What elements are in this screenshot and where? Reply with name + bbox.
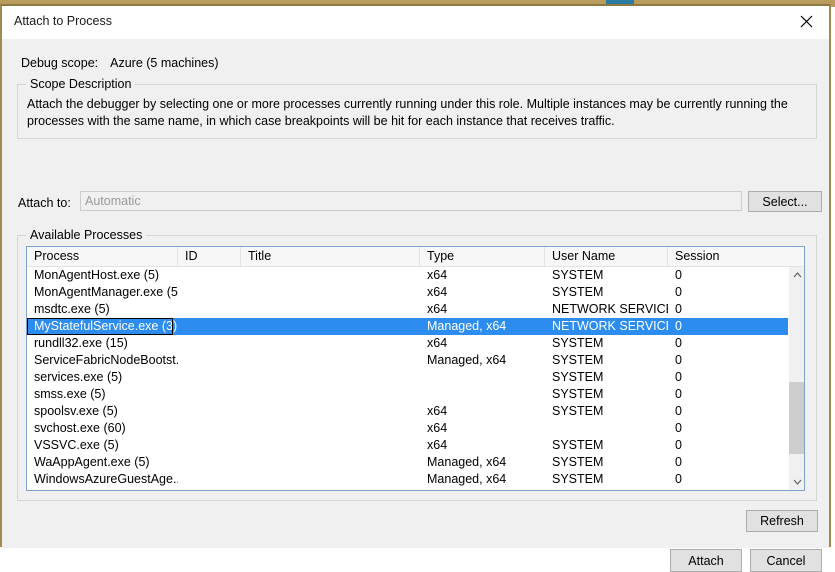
cell-type: Managed, x64	[427, 472, 507, 486]
cell-session: 0	[675, 421, 682, 435]
cell-process: ServiceFabricNodeBootst...	[34, 353, 178, 367]
cell-type: x64	[427, 336, 448, 350]
table-row[interactable]: MonAgentHost.exe (5) x64 SYSTEM 0	[27, 267, 804, 284]
cell-process: msdtc.exe (5)	[34, 302, 110, 316]
cell-type: Managed, x64	[427, 455, 507, 469]
cell-process: MonAgentHost.exe (5)	[34, 268, 160, 282]
cell-user-name: SYSTEM	[552, 404, 604, 418]
attach-button[interactable]: Attach	[670, 549, 742, 572]
cell-process: WindowsAzureGuestAge...	[34, 472, 178, 486]
cell-user-name: SYSTEM	[552, 285, 604, 299]
cell-process: svchost.exe (60)	[34, 421, 126, 435]
debug-scope-value: Azure (5 machines)	[110, 56, 219, 70]
attach-to-label: Attach to:	[18, 196, 71, 210]
available-processes-legend: Available Processes	[26, 228, 147, 242]
process-list[interactable]: Process ID Title Type User Name Session …	[26, 246, 805, 491]
cell-process: rundll32.exe (15)	[34, 336, 128, 350]
table-row[interactable]: MyStatefulService.exe (3) Managed, x64 NET…	[27, 318, 804, 335]
cancel-button[interactable]: Cancel	[750, 549, 822, 572]
cell-session: 0	[675, 319, 682, 333]
column-header-user-name[interactable]: User Name	[545, 247, 668, 266]
cell-session: 0	[675, 387, 682, 401]
selection-focus-rectangle	[27, 318, 173, 335]
cell-user-name: SYSTEM	[552, 268, 604, 282]
available-processes-group: Available Processes Process ID Title Typ…	[17, 228, 817, 501]
debug-scope-label: Debug scope:	[21, 56, 99, 70]
cell-type: x64	[427, 404, 448, 418]
cell-process: services.exe (5)	[34, 370, 123, 384]
column-header-process[interactable]: Process	[27, 247, 178, 266]
debug-scope-row: Debug scope: Azure (5 machines)	[21, 56, 219, 70]
table-row[interactable]: svchost.exe (60) x64 0	[27, 420, 804, 437]
scope-description-group: Scope Description Attach the debugger by…	[17, 77, 817, 139]
table-row[interactable]: services.exe (5) SYSTEM 0	[27, 369, 804, 386]
scope-description-text: Attach the debugger by selecting one or …	[27, 97, 788, 128]
scrollbar-thumb[interactable]	[789, 382, 804, 454]
cell-process: smss.exe (5)	[34, 387, 106, 401]
cell-process: spoolsv.exe (5)	[34, 404, 118, 418]
cell-session: 0	[675, 455, 682, 469]
cell-type: x64	[427, 285, 448, 299]
scope-description-legend: Scope Description	[26, 77, 136, 91]
cell-session: 0	[675, 404, 682, 418]
close-icon[interactable]	[784, 6, 829, 37]
screen: Attach to Process Debug scope: Azure (5 m…	[0, 0, 835, 572]
cell-process: VSSVC.exe (5)	[34, 438, 119, 452]
table-row[interactable]: WindowsAzureGuestAge... Managed, x64 SYSTE…	[27, 471, 804, 488]
cell-session: 0	[675, 353, 682, 367]
table-row[interactable]: VSSVC.exe (5) x64 SYSTEM 0	[27, 437, 804, 454]
cell-user-name: SYSTEM	[552, 387, 604, 401]
cell-user-name: SYSTEM	[552, 353, 604, 367]
title-bar: Attach to Process	[2, 6, 829, 39]
cell-type: x64	[427, 268, 448, 282]
cell-user-name: SYSTEM	[552, 438, 604, 452]
table-row[interactable]: smss.exe (5) SYSTEM 0	[27, 386, 804, 403]
table-row[interactable]: MonAgentManager.exe (5) x64 SYSTEM 0	[27, 284, 804, 301]
cell-user-name: NETWORK SERVICE	[552, 319, 668, 333]
process-list-body: MonAgentHost.exe (5) x64 SYSTEM 0 MonAgentMa…	[27, 267, 804, 490]
cell-session: 0	[675, 438, 682, 452]
refresh-button[interactable]: Refresh	[746, 510, 818, 532]
cell-type: x64	[427, 302, 448, 316]
cell-type: Managed, x64	[427, 353, 507, 367]
cell-user-name: NETWORK SERVICE	[552, 302, 668, 316]
cell-session: 0	[675, 336, 682, 350]
table-row[interactable]: WaAppAgent.exe (5) Managed, x64 SYSTEM 0	[27, 454, 804, 471]
process-list-scrollbar[interactable]	[788, 267, 804, 490]
cell-session: 0	[675, 268, 682, 282]
attach-to-process-dialog: Attach to Process Debug scope: Azure (5 m…	[0, 4, 831, 572]
cell-user-name: SYSTEM	[552, 455, 604, 469]
select-button[interactable]: Select...	[748, 191, 822, 212]
cell-process: MyStatefulService.exe (3)	[27, 318, 178, 335]
cell-type: x64	[427, 421, 448, 435]
cell-session: 0	[675, 472, 682, 486]
cell-user-name: SYSTEM	[552, 370, 604, 384]
column-header-id[interactable]: ID	[178, 247, 241, 266]
cell-session: 0	[675, 285, 682, 299]
chevron-up-icon[interactable]	[789, 267, 804, 283]
column-header-title[interactable]: Title	[241, 247, 420, 266]
column-header-session[interactable]: Session	[668, 247, 790, 266]
dialog-body: Debug scope: Azure (5 machines) Scope Des…	[2, 39, 829, 572]
cell-session: 0	[675, 302, 682, 316]
table-row[interactable]: spoolsv.exe (5) x64 SYSTEM 0	[27, 403, 804, 420]
table-row[interactable]: rundll32.exe (15) x64 SYSTEM 0	[27, 335, 804, 352]
cell-type: x64	[427, 438, 448, 452]
cell-type: Managed, x64	[427, 319, 507, 333]
cell-process: WaAppAgent.exe (5)	[34, 455, 150, 469]
column-header-type[interactable]: Type	[420, 247, 545, 266]
process-list-header: Process ID Title Type User Name Session	[27, 247, 804, 267]
cell-user-name: SYSTEM	[552, 336, 604, 350]
table-row[interactable]: msdtc.exe (5) x64 NETWORK SERVICE 0	[27, 301, 804, 318]
cell-user-name: SYSTEM	[552, 472, 604, 486]
attach-to-input[interactable]	[80, 191, 742, 211]
cell-session: 0	[675, 370, 682, 384]
chevron-down-icon[interactable]	[789, 474, 804, 490]
cell-process: MonAgentManager.exe (5)	[34, 285, 178, 299]
dialog-title: Attach to Process	[14, 14, 112, 28]
table-row[interactable]: ServiceFabricNodeBootst... Managed, x64 SY…	[27, 352, 804, 369]
